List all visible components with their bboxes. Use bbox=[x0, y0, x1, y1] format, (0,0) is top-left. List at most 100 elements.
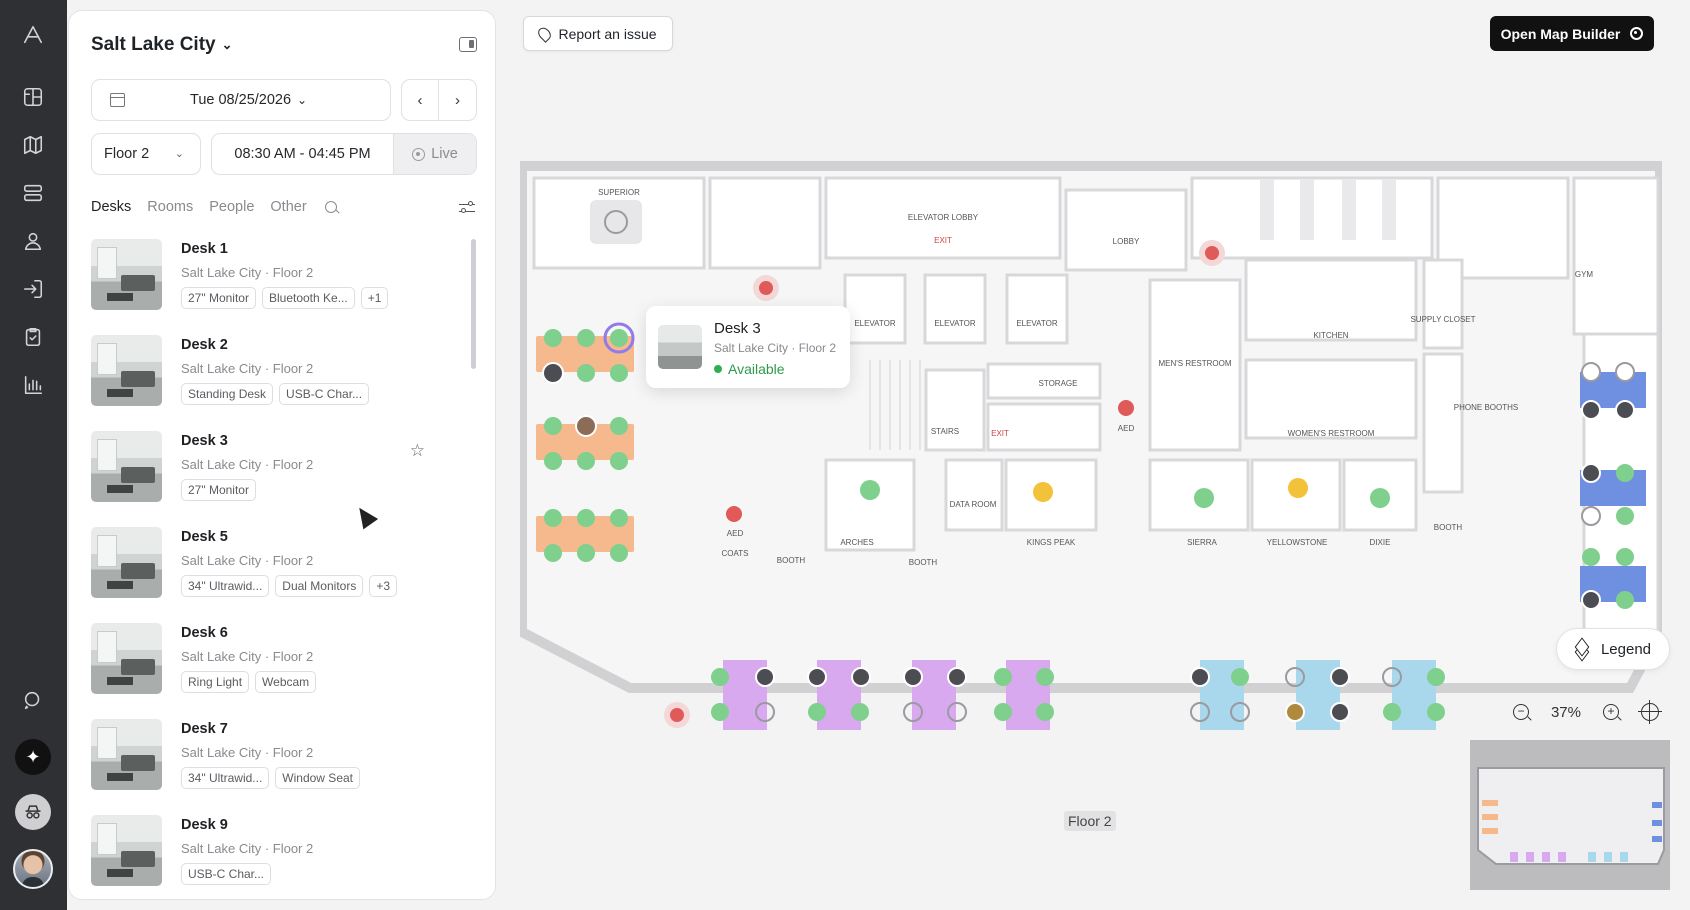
list-item[interactable]: Desk 9 Salt Lake City · Floor 2 USB-C Ch… bbox=[91, 813, 449, 891]
amenity-chip: Standing Desk bbox=[181, 383, 274, 405]
desk-list-panel: Salt Lake City ⌄ Tue 08/25/2026 ⌄ ‹ › Fl… bbox=[68, 10, 496, 900]
report-issue-label: Report an issue bbox=[558, 25, 657, 42]
map-label-gym: GYM bbox=[1575, 270, 1594, 279]
desk-name: Desk 3 bbox=[181, 433, 228, 449]
desk-name: Desk 5 bbox=[181, 529, 228, 545]
list-item[interactable]: Desk 6 Salt Lake City · Floor 2 Ring Lig… bbox=[91, 621, 449, 701]
filter-icon[interactable] bbox=[459, 201, 475, 215]
map-label-aed: AED bbox=[1118, 424, 1135, 433]
ai-assistant-icon[interactable]: ✦ bbox=[15, 739, 51, 775]
desk-photo bbox=[91, 431, 162, 502]
date-nav: ‹ › bbox=[401, 79, 477, 121]
desk-name: Desk 9 bbox=[181, 817, 228, 833]
floor-select[interactable]: Floor 2 ⌄ bbox=[91, 133, 201, 175]
live-toggle[interactable]: Live bbox=[394, 134, 476, 174]
tab-other[interactable]: Other bbox=[270, 199, 306, 215]
collapse-panel-icon[interactable] bbox=[459, 37, 477, 52]
minimap[interactable] bbox=[1470, 740, 1670, 890]
chevron-down-icon: ⌄ bbox=[297, 93, 308, 107]
list-item[interactable]: Desk 5 Salt Lake City · Floor 2 34" Ultr… bbox=[91, 525, 449, 605]
desk-location: Salt Lake City · Floor 2 bbox=[181, 649, 314, 664]
more-amenities-chip: +3 bbox=[369, 575, 398, 597]
search-nav-icon[interactable] bbox=[16, 683, 50, 717]
map-label-arches: ARCHES bbox=[840, 538, 873, 547]
layers-icon bbox=[1574, 637, 1591, 662]
amenity-chip: 27" Monitor bbox=[181, 287, 256, 309]
zoom-out-icon[interactable]: − bbox=[1512, 704, 1529, 720]
desk-location: Salt Lake City · Floor 2 bbox=[181, 841, 314, 856]
list-item[interactable]: Desk 3 Salt Lake City · Floor 2 27" Moni… bbox=[91, 429, 449, 509]
nav-rail: ✦ bbox=[0, 0, 67, 910]
list-scrollbar[interactable] bbox=[471, 239, 476, 369]
logo-icon[interactable] bbox=[16, 18, 50, 52]
amenity-chip: Window Seat bbox=[275, 767, 360, 789]
map-label-elevator-lobby: ELEVATOR LOBBY bbox=[908, 213, 979, 222]
user-avatar[interactable] bbox=[13, 849, 53, 889]
legend-button[interactable]: Legend bbox=[1556, 628, 1670, 670]
zoom-in-icon[interactable]: + bbox=[1602, 704, 1619, 720]
desk-photo bbox=[91, 815, 162, 886]
floorplan-nav-icon[interactable] bbox=[16, 80, 50, 114]
map-label-superior: SUPERIOR bbox=[598, 188, 640, 197]
star-icon[interactable]: ☆ bbox=[410, 441, 425, 461]
date-picker[interactable]: Tue 08/25/2026 ⌄ bbox=[91, 79, 391, 121]
chevron-down-icon: ⌄ bbox=[174, 148, 184, 160]
map-label-mens-restroom: MEN'S RESTROOM bbox=[1158, 359, 1231, 368]
incognito-icon[interactable] bbox=[15, 794, 51, 830]
live-icon bbox=[412, 147, 426, 161]
recenter-icon[interactable] bbox=[1637, 700, 1662, 724]
tab-desks[interactable]: Desks bbox=[91, 199, 131, 215]
check-in-nav-icon[interactable] bbox=[16, 272, 50, 306]
map-label-elevator: ELEVATOR bbox=[854, 319, 896, 328]
legend-label: Legend bbox=[1600, 640, 1652, 658]
amenity-chip: USB-C Char... bbox=[181, 863, 272, 885]
time-range-input[interactable]: 08:30 AM - 04:45 PM bbox=[212, 134, 394, 174]
desks-nav-icon[interactable] bbox=[16, 176, 50, 210]
floor-plan[interactable]: SUPERIOR ELEVATOR LOBBY EXIT LOBBY ELEVA… bbox=[520, 160, 1662, 750]
desk-name: Desk 2 bbox=[181, 337, 228, 353]
open-map-builder-label: Open Map Builder bbox=[1500, 25, 1621, 42]
desk-location: Salt Lake City · Floor 2 bbox=[181, 457, 314, 472]
zoom-controls: − 37% + bbox=[1502, 693, 1670, 731]
location-title: Salt Lake City bbox=[91, 34, 216, 55]
list-item[interactable]: Desk 2 Salt Lake City · Floor 2 Standing… bbox=[91, 333, 449, 413]
analytics-nav-icon[interactable] bbox=[16, 368, 50, 402]
calendar-icon bbox=[110, 93, 125, 107]
location-selector[interactable]: Salt Lake City ⌄ bbox=[91, 34, 233, 56]
people-nav-icon[interactable] bbox=[16, 224, 50, 258]
desk-photo bbox=[658, 325, 702, 369]
desk-name: Desk 7 bbox=[181, 721, 228, 737]
desk-name: Desk 1 bbox=[181, 241, 228, 257]
map-label-yellowstone: YELLOWSTONE bbox=[1267, 538, 1328, 547]
status-dot-icon bbox=[714, 365, 722, 373]
search-icon[interactable] bbox=[324, 201, 337, 213]
zoom-level: 37% bbox=[1550, 703, 1581, 721]
open-map-builder-button[interactable]: Open Map Builder bbox=[1490, 16, 1654, 51]
tab-rooms[interactable]: Rooms bbox=[147, 199, 193, 215]
tasks-nav-icon[interactable] bbox=[16, 320, 50, 354]
desk-popup[interactable]: Desk 3 Salt Lake City · Floor 2 Availabl… bbox=[646, 306, 850, 388]
desk-location: Salt Lake City · Floor 2 bbox=[181, 265, 314, 280]
desk-photo bbox=[91, 335, 162, 406]
list-item[interactable]: Desk 1 Salt Lake City · Floor 2 27" Moni… bbox=[91, 237, 449, 317]
availability-label: Available bbox=[728, 361, 785, 377]
report-issue-button[interactable]: Report an issue bbox=[523, 16, 673, 51]
list-item[interactable]: Desk 7 Salt Lake City · Floor 2 34" Ultr… bbox=[91, 717, 449, 797]
date-value: Tue 08/25/2026 bbox=[190, 92, 292, 108]
map-label-kitchen: KITCHEN bbox=[1313, 331, 1348, 340]
floor-label: Floor 2 bbox=[1064, 811, 1116, 831]
next-day-button[interactable]: › bbox=[439, 80, 476, 120]
tab-people[interactable]: People bbox=[209, 199, 254, 215]
more-amenities-chip: +1 bbox=[360, 287, 389, 309]
previous-day-button[interactable]: ‹ bbox=[402, 80, 440, 120]
map-label-stairs: STAIRS bbox=[931, 427, 959, 436]
resource-tabs: Desks Rooms People Other bbox=[91, 199, 337, 215]
floor-value: Floor 2 bbox=[104, 146, 150, 162]
amenity-chip: 34" Ultrawid... bbox=[181, 767, 270, 789]
map-nav-icon[interactable] bbox=[16, 128, 50, 162]
map-label-supply-closet: SUPPLY CLOSET bbox=[1410, 315, 1475, 324]
desk-name: Desk 6 bbox=[181, 625, 228, 641]
map-label-data-room: DATA ROOM bbox=[950, 500, 997, 509]
desk-location: Salt Lake City · Floor 2 bbox=[181, 361, 314, 376]
amenity-chip: Webcam bbox=[255, 671, 317, 693]
